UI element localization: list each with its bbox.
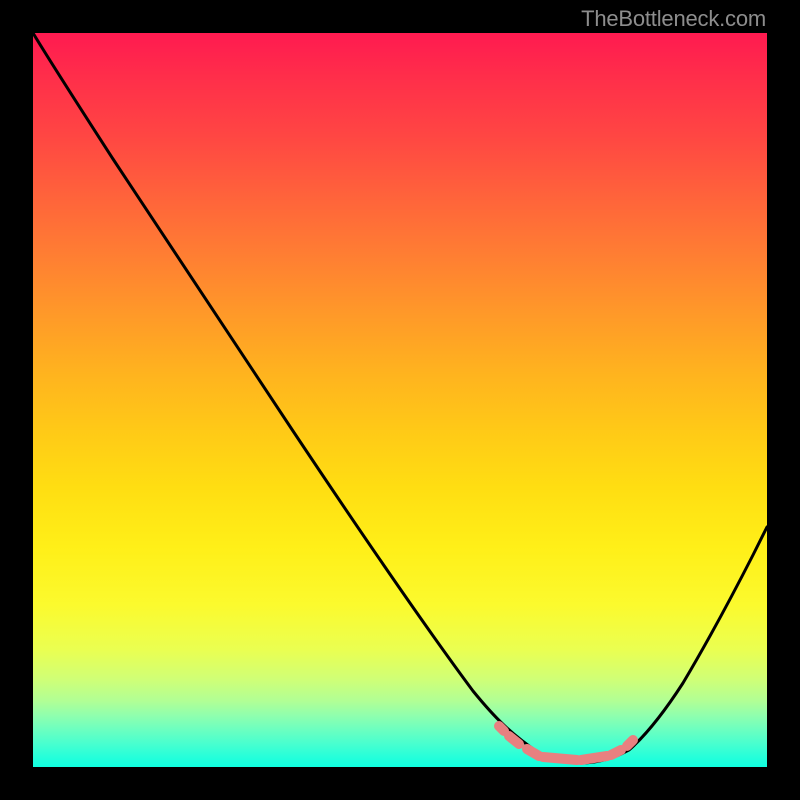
bottleneck-curve — [33, 33, 767, 763]
chart-frame: TheBottleneck.com — [0, 0, 800, 800]
curve-layer — [33, 33, 767, 767]
optimal-marker — [499, 726, 633, 760]
watermark-text: TheBottleneck.com — [581, 6, 766, 32]
plot-area — [33, 33, 767, 767]
